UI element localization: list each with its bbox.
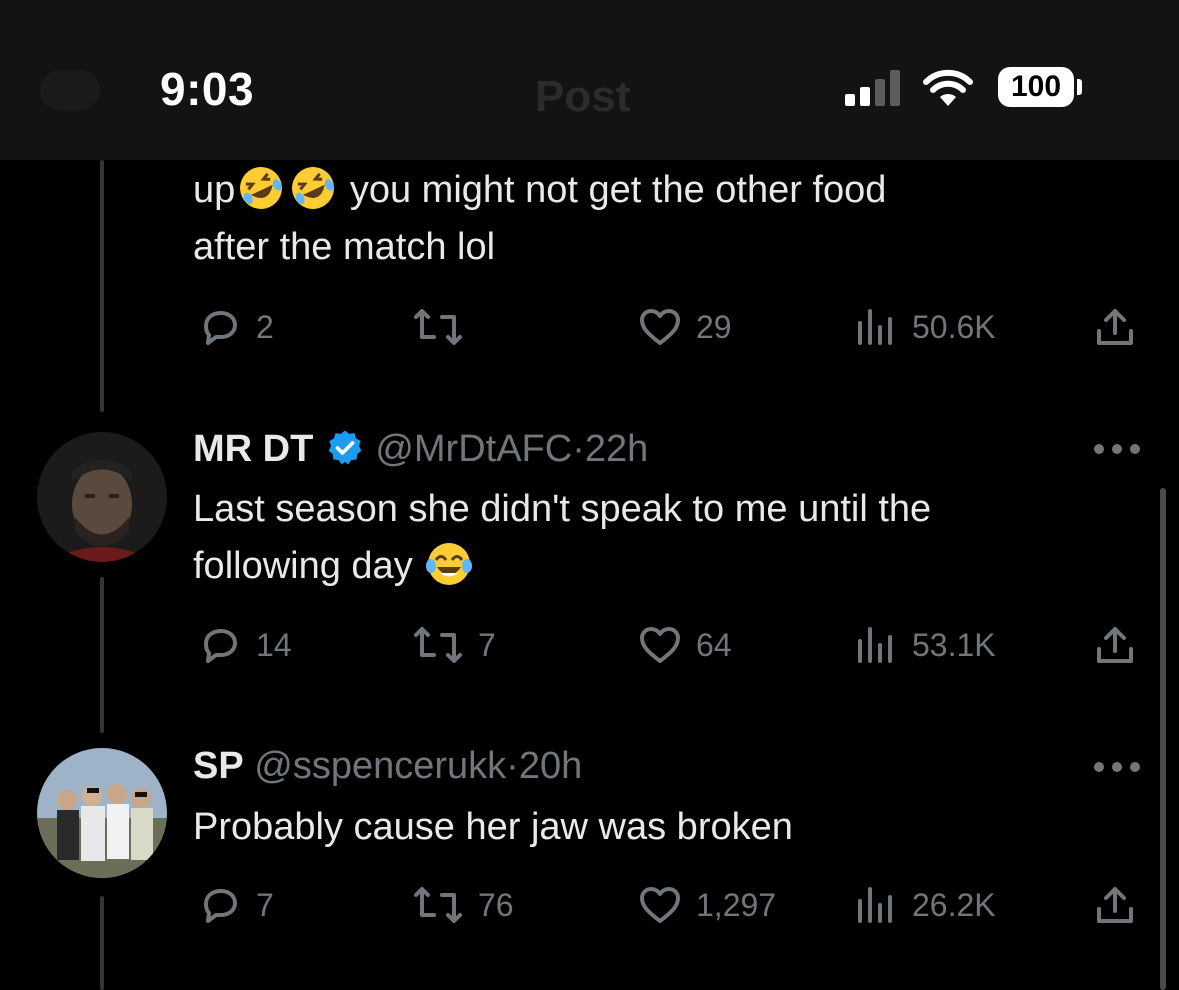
- avatar-image: [37, 748, 167, 878]
- tweet-actions: 2 29 50.6K: [0, 302, 1179, 352]
- more-icon[interactable]: [1094, 444, 1140, 456]
- share-icon: [1097, 627, 1133, 663]
- like-button[interactable]: 29: [636, 302, 732, 352]
- reply-button[interactable]: 2: [196, 302, 274, 352]
- tweet-text: Last season she didn't speak to me until…: [193, 488, 932, 587]
- views-icon: [858, 627, 892, 663]
- avatar-image: [37, 432, 167, 562]
- retweet-icon: [414, 887, 462, 923]
- share-icon: [1097, 309, 1133, 345]
- wifi-icon: [923, 69, 973, 106]
- tweet-text: up you might not get the other food afte…: [193, 162, 1153, 276]
- like-icon: [640, 309, 680, 345]
- separator-dot: ·: [506, 745, 519, 787]
- tweet-actions: 7 76 1,297 26.2K: [0, 880, 1179, 930]
- timestamp[interactable]: 22h: [585, 428, 648, 470]
- views-button[interactable]: 50.6K: [852, 302, 996, 352]
- avatar[interactable]: [37, 748, 167, 878]
- retweet-count: 76: [478, 886, 514, 923]
- retweet-button[interactable]: 7: [410, 620, 496, 670]
- like-button[interactable]: 1,297: [636, 880, 776, 930]
- scrollbar[interactable]: [1160, 488, 1166, 990]
- reply-button[interactable]: 7: [196, 880, 274, 930]
- reply-count: 2: [256, 308, 274, 345]
- status-time: 9:03: [160, 63, 255, 115]
- reply-icon: [204, 629, 237, 663]
- page-title: Post: [535, 72, 631, 121]
- like-count: 64: [696, 626, 732, 663]
- like-count: 1,297: [696, 886, 777, 923]
- back-button[interactable]: [40, 70, 100, 110]
- tweet-header: MR DT @MrDtAFC·22h: [193, 428, 648, 471]
- verified-icon: [328, 430, 362, 465]
- reply-icon: [204, 889, 237, 923]
- views-button[interactable]: 53.1K: [852, 620, 996, 670]
- like-icon: [640, 627, 680, 663]
- more-icon[interactable]: [1094, 762, 1140, 774]
- face-with-tears-of-joy-icon: [426, 543, 473, 585]
- status-bar: Post 9:03 100: [0, 0, 1179, 160]
- display-name[interactable]: MR DT: [193, 428, 313, 470]
- like-count: 29: [696, 308, 732, 345]
- separator-dot: ·: [572, 428, 585, 470]
- retweet-icon: [414, 627, 462, 663]
- like-button[interactable]: 64: [636, 620, 732, 670]
- share-button[interactable]: [1091, 620, 1139, 670]
- display-name[interactable]: SP: [193, 745, 244, 787]
- cellular-signal-icon: [845, 70, 907, 106]
- reply-count: 7: [256, 886, 274, 923]
- battery-level: 100: [998, 67, 1074, 107]
- share-icon: [1097, 887, 1133, 923]
- like-icon: [640, 887, 680, 923]
- views-count: 50.6K: [912, 308, 996, 345]
- timestamp[interactable]: 20h: [519, 745, 582, 787]
- retweet-button[interactable]: 76: [410, 880, 514, 930]
- views-icon: [858, 309, 892, 345]
- views-count: 26.2K: [912, 886, 996, 923]
- battery-tip: [1077, 79, 1082, 95]
- retweet-button[interactable]: [410, 302, 478, 352]
- views-button[interactable]: 26.2K: [852, 880, 996, 930]
- rolling-on-floor-laughing-icon: [292, 167, 335, 209]
- reply-icon: [204, 311, 237, 345]
- share-button[interactable]: [1091, 880, 1139, 930]
- avatar[interactable]: [37, 432, 167, 562]
- retweet-count: 7: [478, 626, 496, 663]
- views-count: 53.1K: [912, 626, 996, 663]
- handle[interactable]: @MrDtAFC: [375, 428, 572, 470]
- rolling-on-floor-laughing-icon: [240, 167, 283, 209]
- tweet-text: Probably cause her jaw was broken: [193, 806, 793, 848]
- thread-line: [100, 160, 104, 412]
- tweet-actions: 14 7 64 53.1K: [0, 620, 1179, 670]
- reply-count: 14: [256, 626, 292, 663]
- reply-button[interactable]: 14: [196, 620, 292, 670]
- share-button[interactable]: [1091, 302, 1139, 352]
- handle[interactable]: @sspencerukk: [254, 745, 506, 787]
- tweet-header: SP @sspencerukk·20h: [193, 745, 582, 788]
- retweet-icon: [414, 309, 462, 345]
- views-icon: [858, 887, 892, 923]
